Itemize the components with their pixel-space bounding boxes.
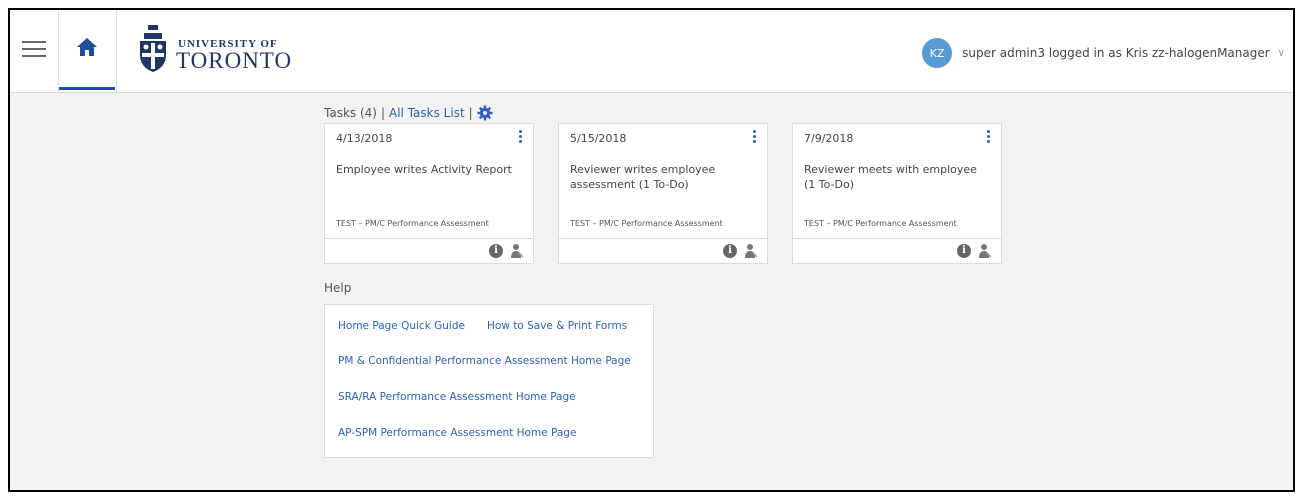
separator: | — [380, 106, 386, 120]
task-card[interactable]: 5/15/2018 Reviewer writes employee asses… — [558, 123, 768, 264]
help-link-ap-spm[interactable]: AP-SPM Performance Assessment Home Page — [338, 427, 576, 439]
kebab-menu-icon[interactable] — [985, 130, 991, 146]
kebab-menu-icon[interactable] — [517, 130, 523, 146]
separator: | — [468, 106, 473, 120]
task-card-footer: i — [793, 238, 1001, 263]
kebab-menu-icon[interactable] — [751, 130, 757, 146]
info-icon[interactable]: i — [723, 244, 737, 258]
task-form-name: TEST – PM/C Performance Assessment — [570, 219, 723, 228]
help-link-quick-guide[interactable]: Home Page Quick Guide — [338, 320, 465, 332]
user-menu[interactable]: KZ super admin3 logged in as Kris zz-hal… — [922, 38, 1285, 68]
person-icon[interactable] — [510, 243, 524, 259]
tasks-header: Tasks (4) | All Tasks List | — [324, 105, 493, 121]
app-frame: UNIVERSITY OF TORONTO KZ super admin3 lo… — [8, 8, 1295, 492]
crest-icon — [140, 25, 166, 72]
help-link-sra-ra[interactable]: SRA/RA Performance Assessment Home Page — [338, 391, 576, 403]
tasks-count-label: Tasks (4) — [324, 106, 377, 120]
avatar: KZ — [922, 38, 953, 68]
home-icon — [77, 38, 97, 56]
task-date: 7/9/2018 — [804, 132, 854, 145]
all-tasks-list-link[interactable]: All Tasks List — [389, 106, 465, 120]
help-panel: Home Page Quick Guide How to Save & Prin… — [324, 304, 654, 458]
task-card[interactable]: 7/9/2018 Reviewer meets with employee (1… — [792, 123, 1002, 264]
info-icon[interactable]: i — [489, 244, 503, 258]
task-card-footer: i — [559, 238, 767, 263]
help-section-title: Help — [324, 281, 352, 295]
task-title[interactable]: Reviewer writes employee assessment (1 T… — [570, 162, 755, 192]
task-title[interactable]: Reviewer meets with employee (1 To-Do) — [804, 162, 989, 192]
gear-icon[interactable] — [477, 105, 493, 121]
top-navigation-bar: UNIVERSITY OF TORONTO KZ super admin3 lo… — [10, 10, 1293, 93]
help-link-save-print[interactable]: How to Save & Print Forms — [487, 320, 627, 332]
user-label: super admin3 logged in as Kris zz-haloge… — [962, 46, 1270, 60]
task-card-footer: i — [325, 238, 533, 263]
task-form-name: TEST – PM/C Performance Assessment — [336, 219, 489, 228]
task-form-name: TEST – PM/C Performance Assessment — [804, 219, 957, 228]
university-logo[interactable]: UNIVERSITY OF TORONTO — [136, 25, 291, 75]
person-icon[interactable] — [744, 243, 758, 259]
task-title[interactable]: Employee writes Activity Report — [336, 162, 521, 177]
task-card[interactable]: 4/13/2018 Employee writes Activity Repor… — [324, 123, 534, 264]
task-date: 5/15/2018 — [570, 132, 627, 145]
hamburger-menu-icon[interactable] — [20, 36, 48, 64]
task-date: 4/13/2018 — [336, 132, 393, 145]
info-icon[interactable]: i — [957, 244, 971, 258]
home-button[interactable] — [59, 10, 115, 90]
chevron-down-icon: ∨ — [1277, 47, 1285, 59]
help-link-pm-confidential[interactable]: PM & Confidential Performance Assessment… — [338, 355, 631, 367]
logo-text-line2: TORONTO — [176, 48, 293, 73]
divider — [116, 10, 117, 92]
person-icon[interactable] — [978, 243, 992, 259]
